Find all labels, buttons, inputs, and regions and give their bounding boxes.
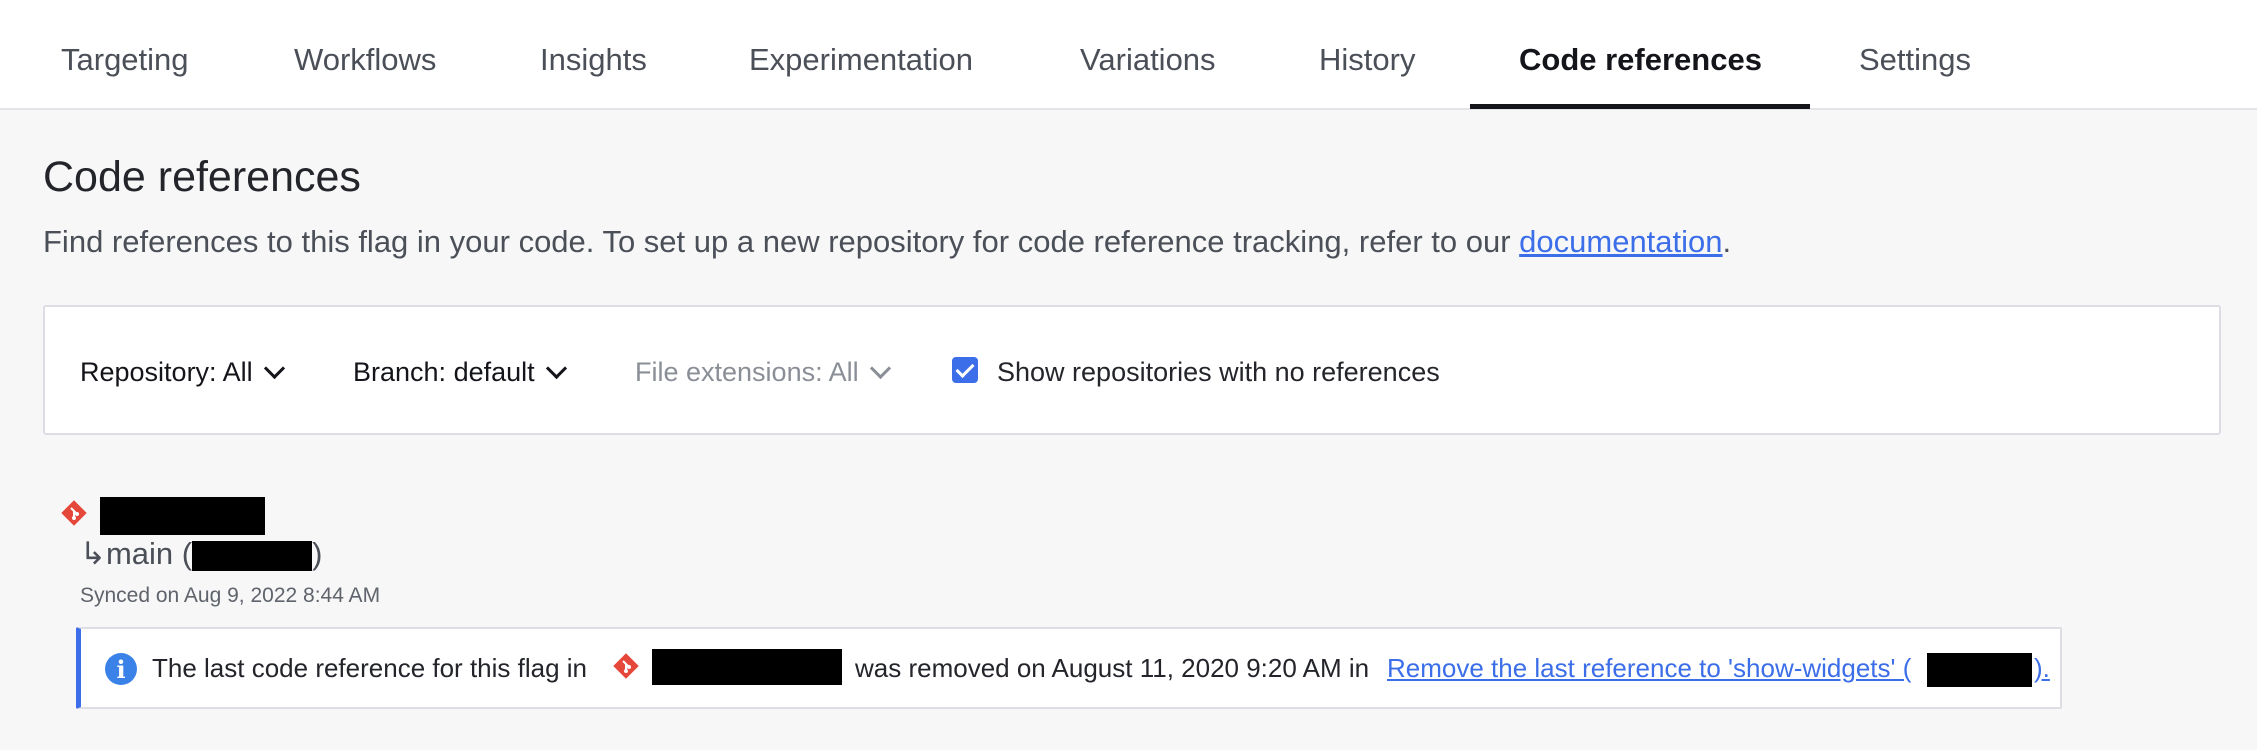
repository-filter[interactable]: Repository: All xyxy=(80,307,285,437)
tab-insights[interactable]: Insights xyxy=(540,0,647,110)
filter-bar: Repository: All Branch: default File ext… xyxy=(43,305,2221,435)
synced-timestamp: Synced on Aug 9, 2022 8:44 AM xyxy=(80,584,381,607)
page-description: Find references to this flag in your cod… xyxy=(43,224,1731,260)
tab-variations[interactable]: Variations xyxy=(1080,0,1216,110)
active-tab-indicator xyxy=(1470,104,1810,109)
chevron-down-icon xyxy=(263,357,285,380)
file-extensions-filter-value: All xyxy=(828,357,859,387)
branch-line: ↳main () xyxy=(80,536,322,572)
tab-code-references[interactable]: Code references xyxy=(1519,0,1762,110)
redacted-repository-name xyxy=(652,649,842,685)
git-icon xyxy=(61,500,87,526)
file-extensions-filter-label: File extensions: xyxy=(635,357,823,387)
tab-experimentation[interactable]: Experimentation xyxy=(749,0,973,110)
redacted-repository-name xyxy=(100,497,265,535)
branch-filter[interactable]: Branch: default xyxy=(353,307,567,437)
branch-end: ) xyxy=(312,536,323,571)
chevron-down-icon xyxy=(869,357,891,380)
branch-name: ↳main ( xyxy=(80,536,193,571)
repository-filter-value: All xyxy=(222,357,253,387)
notice-prefix: The last code reference for this flag in xyxy=(152,653,588,683)
show-empty-repos-checkbox[interactable] xyxy=(952,357,978,383)
page-title: Code references xyxy=(43,153,361,201)
commit-link-end[interactable]: ). xyxy=(2034,629,2050,707)
chevron-down-icon xyxy=(545,357,567,380)
branch-filter-value: default xyxy=(453,357,535,387)
notice-middle: was removed on August 11, 2020 9:20 AM i… xyxy=(855,653,1370,683)
show-empty-repos-label: Show repositories with no references xyxy=(997,357,1440,387)
commit-link[interactable]: Remove the last reference to 'show-widge… xyxy=(1387,629,1911,707)
info-icon: i xyxy=(105,653,137,685)
file-extensions-filter[interactable]: File extensions: All xyxy=(635,307,891,437)
tab-bar: Targeting Workflows Insights Experimenta… xyxy=(0,0,2257,110)
tab-targeting[interactable]: Targeting xyxy=(61,0,189,110)
tab-workflows[interactable]: Workflows xyxy=(294,0,436,110)
redacted-commit-id xyxy=(1927,653,2032,687)
branch-filter-label: Branch: xyxy=(353,357,447,387)
redacted-commit-link[interactable] xyxy=(192,540,313,571)
tab-settings[interactable]: Settings xyxy=(1859,0,1971,110)
info-notice: i The last code reference for this flag … xyxy=(76,627,2062,709)
tab-history[interactable]: History xyxy=(1319,0,1415,110)
documentation-link[interactable]: documentation xyxy=(1519,224,1722,259)
description-text: Find references to this flag in your cod… xyxy=(43,224,1511,259)
repository-filter-label: Repository: xyxy=(80,357,217,387)
git-icon xyxy=(613,653,639,679)
description-end: . xyxy=(1722,224,1732,259)
